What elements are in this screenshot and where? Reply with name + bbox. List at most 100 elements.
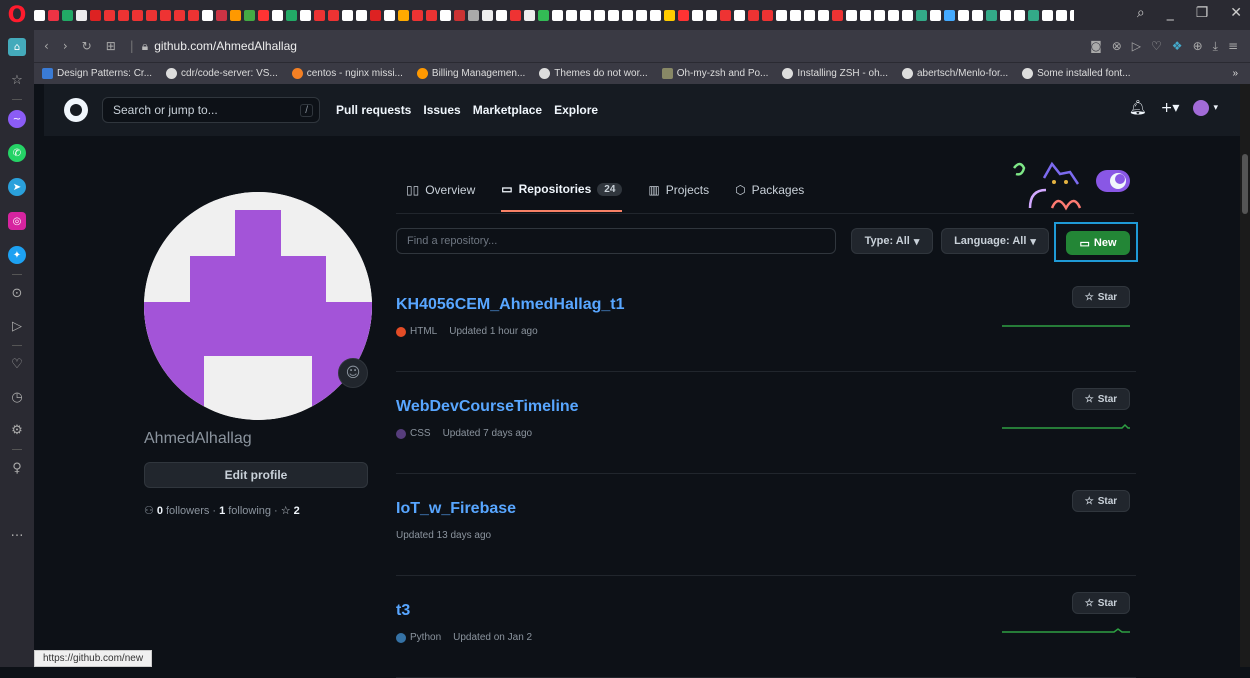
bookmark-item[interactable]: Some installed font... xyxy=(1022,68,1131,79)
repo-meta: HTML Updated 1 hour ago xyxy=(396,326,538,337)
window-controls: ⌕ _ ❐ ✕ xyxy=(1137,5,1242,21)
set-status-smiley-icon[interactable]: ☺ xyxy=(338,358,368,388)
browser-tab-strip: O Yo × ⌕ _ ❐ ✕ xyxy=(0,0,1250,30)
type-filter-dropdown[interactable]: Type: All ▾ xyxy=(851,228,933,254)
tab-overview[interactable]: ▯▯ Overview xyxy=(406,182,475,212)
flow-send-icon[interactable]: ▷ xyxy=(1132,39,1141,54)
whatsapp-icon[interactable]: ✆ xyxy=(8,144,26,162)
bookmark-item[interactable]: Oh-my-zsh and Po... xyxy=(661,68,768,79)
list-item: KH4056CEM_AhmedHallag_t1 HTML Updated 1 … xyxy=(396,270,1136,372)
maximize-icon[interactable]: ❐ xyxy=(1196,5,1209,21)
search-tabs-icon[interactable]: ⌕ xyxy=(1137,5,1145,21)
heart-icon[interactable]: ♡ xyxy=(11,357,23,372)
tab-repositories[interactable]: ▭ Repositories 24 xyxy=(501,182,623,212)
language-color-dot xyxy=(396,326,406,337)
find-repository-input[interactable]: Find a repository... xyxy=(396,228,836,254)
nav-issues[interactable]: Issues xyxy=(423,103,460,117)
following-count[interactable]: 1 xyxy=(219,505,225,517)
scrollbar-thumb[interactable] xyxy=(1242,154,1248,214)
star-button[interactable]: ☆ Star xyxy=(1072,388,1130,410)
list-item: t3 Python Updated on Jan 2 ☆ Star xyxy=(396,576,1136,678)
avatar[interactable] xyxy=(1193,100,1210,116)
address-actions: ◙ ⊗ ▷ ♡ ❖ ⊕ ⤓ ≡ xyxy=(1090,39,1238,54)
repo-meta: CSS Updated 7 days ago xyxy=(396,428,532,439)
back-icon[interactable]: ‹ xyxy=(44,39,49,53)
star-icon: ☆ xyxy=(1084,495,1094,507)
stars-count[interactable]: 2 xyxy=(294,505,300,517)
history-icon[interactable]: ◷ xyxy=(11,390,22,405)
close-window-icon[interactable]: ✕ xyxy=(1230,5,1242,21)
settings-gear-icon[interactable]: ⚙ xyxy=(11,423,23,438)
star-button[interactable]: ☆ Star xyxy=(1072,592,1130,614)
bookmark-item[interactable]: Themes do not wor... xyxy=(539,68,648,79)
forward-icon[interactable]: › xyxy=(63,39,68,53)
address-bar: ‹ › ↻ ⊞ | 🔒︎ github.com/AhmedAlhallag ◙ … xyxy=(34,30,1250,62)
chevron-down-icon: ▾ xyxy=(913,235,920,248)
bell-icon[interactable]: 🔔︎ xyxy=(1129,100,1147,116)
download-icon[interactable]: ⤓ xyxy=(1213,39,1218,54)
repo-meta: Python Updated on Jan 2 xyxy=(396,632,532,643)
more-bookmarks-icon[interactable]: » xyxy=(1232,68,1238,79)
followers-label[interactable]: followers xyxy=(166,505,209,517)
new-repository-button[interactable]: ▭ New xyxy=(1066,231,1130,255)
heart-bookmark-icon[interactable]: ♡ xyxy=(1151,39,1162,54)
vpn-icon[interactable]: ⊗ xyxy=(1112,39,1122,54)
tab-packages[interactable]: ⬡ Packages xyxy=(735,182,804,212)
camera-icon[interactable]: ◙ xyxy=(1090,39,1102,54)
lightbulb-icon[interactable]: ♀ xyxy=(12,461,22,476)
followers-count[interactable]: 0 xyxy=(157,505,163,517)
url-input[interactable]: github.com/AhmedAlhallag xyxy=(154,39,297,53)
github-logo-icon[interactable] xyxy=(64,98,88,122)
github-header: Search or jump to... / Pull requests Iss… xyxy=(44,84,1240,136)
bookmark-item[interactable]: Installing ZSH - oh... xyxy=(782,68,888,79)
repo-filter-row: Find a repository... Type: All ▾ Language… xyxy=(396,222,1138,262)
menu-icon[interactable]: ≡ xyxy=(1228,39,1238,54)
identicon-image xyxy=(144,192,372,420)
bookmark-item[interactable]: Billing Managemen... xyxy=(416,68,525,79)
language-filter-dropdown[interactable]: Language: All ▾ xyxy=(941,228,1049,254)
flow-icon[interactable]: ▷ xyxy=(12,319,22,334)
nav-marketplace[interactable]: Marketplace xyxy=(473,103,542,117)
instagram-icon[interactable]: ◎ xyxy=(8,212,26,230)
home-icon[interactable]: ⌂ xyxy=(8,38,26,56)
repo-name-link[interactable]: t3 xyxy=(396,602,410,620)
nav-explore[interactable]: Explore xyxy=(554,103,598,117)
speed-dial-icon[interactable]: ⊞ xyxy=(106,39,116,53)
star-button[interactable]: ☆ Star xyxy=(1072,286,1130,308)
reload-icon[interactable]: ↻ xyxy=(82,39,92,53)
star-button[interactable]: ☆ Star xyxy=(1072,490,1130,512)
search-shortcut-key: / xyxy=(300,103,313,117)
player-icon[interactable]: ⊙ xyxy=(12,286,23,301)
search-input[interactable]: Search or jump to... / xyxy=(102,97,320,123)
bookmark-item[interactable]: cdr/code-server: VS... xyxy=(166,68,278,79)
repo-name-link[interactable]: WebDevCourseTimeline xyxy=(396,398,579,416)
bookmark-item[interactable]: Design Patterns: Cr... xyxy=(42,68,152,79)
page-scrollbar[interactable] xyxy=(1240,84,1250,667)
nav-pull-requests[interactable]: Pull requests xyxy=(336,103,411,117)
chevron-down-icon[interactable]: ▾ xyxy=(1213,103,1218,113)
more-icon[interactable]: … xyxy=(11,525,24,540)
minimize-icon[interactable]: _ xyxy=(1167,5,1174,21)
bookmark-item[interactable]: abertsch/Menlo-for... xyxy=(901,68,1008,79)
twitter-icon[interactable]: ✦ xyxy=(8,246,26,264)
create-new-icon[interactable]: +▾ xyxy=(1161,100,1180,116)
repo-name-link[interactable]: KH4056CEM_AhmedHallag_t1 xyxy=(396,296,625,314)
extension-icon[interactable]: ❖ xyxy=(1172,39,1183,54)
language-color-dot xyxy=(396,632,406,643)
telegram-icon[interactable]: ➤ xyxy=(8,178,26,196)
tab-projects[interactable]: ▥ Projects xyxy=(648,182,709,212)
profile-main: ▯▯ Overview ▭ Repositories 24 ▥ Projects… xyxy=(44,136,1240,678)
opera-logo-icon[interactable]: O xyxy=(0,0,34,30)
language-color-dot xyxy=(396,428,406,439)
bookmark-item[interactable]: centos - nginx missi... xyxy=(291,68,403,79)
browser-sidebar: ⌂ ☆ ~ ✆ ➤ ◎ ✦ ⊙ ▷ ♡ ◷ ⚙ ♀ … xyxy=(0,30,34,667)
repo-name-link[interactable]: IoT_w_Firebase xyxy=(396,500,516,518)
following-label[interactable]: following xyxy=(228,505,271,517)
edit-profile-button[interactable]: Edit profile xyxy=(144,462,368,488)
messenger-icon[interactable]: ~ xyxy=(8,110,26,128)
wallet-icon[interactable]: ⊕ xyxy=(1193,39,1203,54)
star-icon: ☆ xyxy=(1084,393,1094,405)
bookmarks-star-icon[interactable]: ☆ xyxy=(11,73,23,88)
new-button-highlight: ▭ New xyxy=(1054,222,1138,262)
profile-avatar[interactable] xyxy=(144,192,372,420)
